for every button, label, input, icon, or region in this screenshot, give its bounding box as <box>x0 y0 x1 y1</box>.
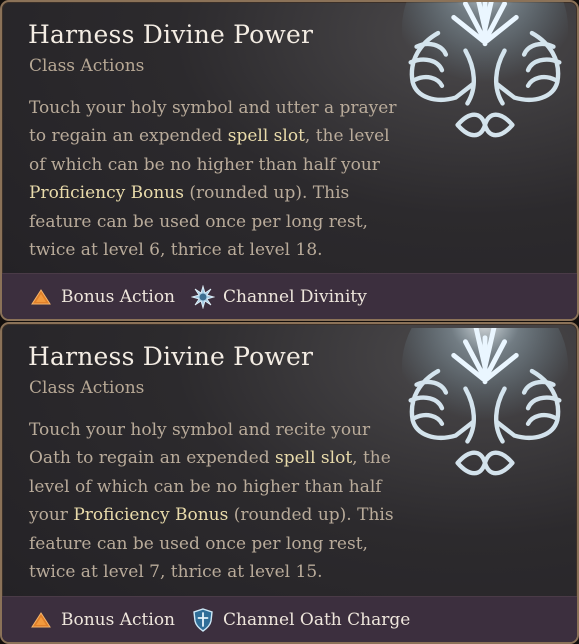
card-title: Harness Divine Power <box>28 342 314 371</box>
card-title: Harness Divine Power <box>28 20 314 49</box>
praying-hands-divine-light-icon <box>401 328 569 476</box>
bonus-action-triangle-icon <box>31 288 51 304</box>
channel-oath-charge-label: Channel Oath Charge <box>223 609 411 630</box>
card-subtitle: Class Actions <box>29 378 145 398</box>
praying-hands-divine-light-icon <box>401 2 569 138</box>
keyword-proficiency-bonus[interactable]: Proficiency Bonus <box>29 183 184 203</box>
card-footer: Bonus Action Channel Oath Charge <box>2 596 577 642</box>
card-footer: Bonus Action Channel Divinity <box>2 273 577 319</box>
channel-divinity-label: Channel Divinity <box>223 286 367 307</box>
channel-oath-charge-shield-icon <box>193 607 213 632</box>
card-description: Touch your holy symbol and utter a praye… <box>29 98 397 261</box>
keyword-proficiency-bonus[interactable]: Proficiency Bonus <box>73 505 228 525</box>
tooltip-card-harness-divine-power-prayer: Harness Divine Power Class Actions Touch… <box>0 0 579 321</box>
bonus-action-tag[interactable]: Bonus Action <box>29 285 175 309</box>
bonus-action-label: Bonus Action <box>61 609 176 630</box>
keyword-spell-slot[interactable]: spell slot <box>275 448 352 468</box>
card-description: Touch your holy symbol and recite your O… <box>29 420 394 583</box>
keyword-spell-slot[interactable]: spell slot <box>228 126 305 146</box>
channel-oath-charge-tag[interactable]: Channel Oath Charge <box>191 607 411 632</box>
channel-divinity-tag[interactable]: Channel Divinity <box>191 284 367 309</box>
tooltip-card-harness-divine-power-oath: Harness Divine Power Class Actions Touch… <box>0 322 579 644</box>
bonus-action-triangle-icon <box>31 611 51 627</box>
channel-divinity-star-icon <box>191 284 216 309</box>
bonus-action-tag[interactable]: Bonus Action <box>29 608 175 632</box>
bonus-action-label: Bonus Action <box>61 286 176 307</box>
card-subtitle: Class Actions <box>29 56 145 76</box>
